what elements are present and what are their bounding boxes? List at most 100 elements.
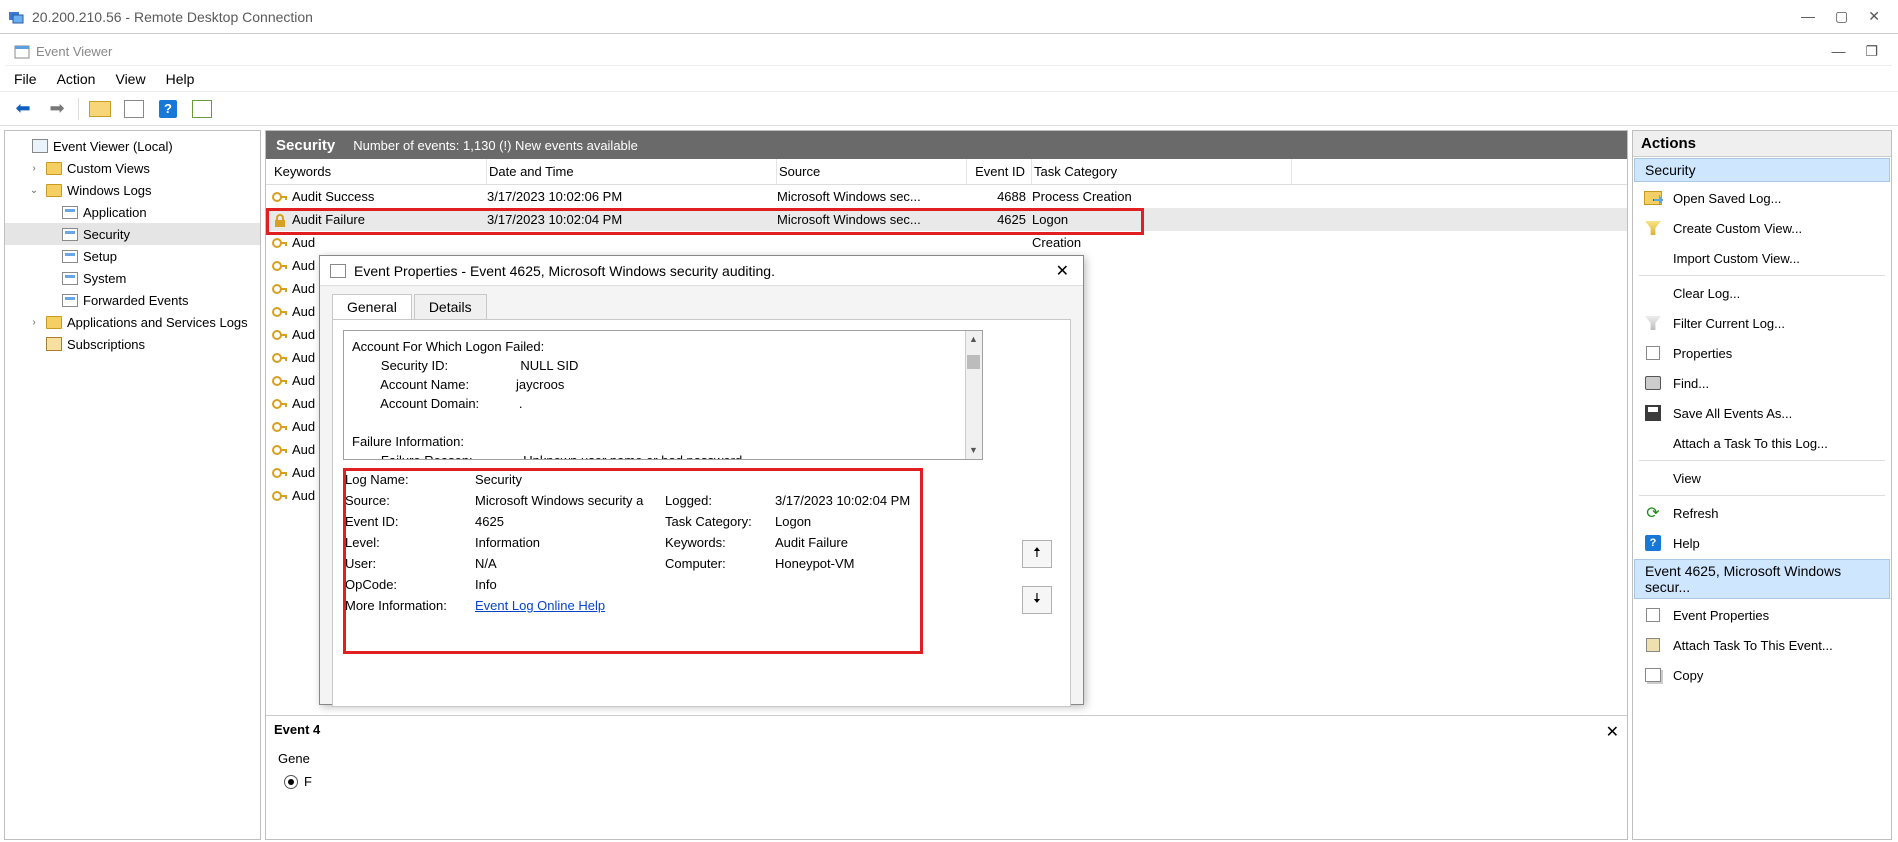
actions-pane: Actions Security Open Saved Log... Creat… xyxy=(1632,130,1892,840)
action-copy[interactable]: Copy xyxy=(1633,660,1891,690)
action-find[interactable]: Find... xyxy=(1633,368,1891,398)
meta-logged-label: Logged: xyxy=(665,493,775,508)
center-count-label: Number of events: 1,130 (!) New events a… xyxy=(353,138,638,153)
action-clear-log[interactable]: Clear Log... xyxy=(1633,278,1891,308)
actions-title: Actions xyxy=(1633,131,1891,157)
col-taskcategory[interactable]: Task Category xyxy=(1032,159,1292,184)
toolbar-view-button[interactable] xyxy=(121,96,147,122)
dialog-tab-general[interactable]: General xyxy=(332,294,412,319)
action-open-saved-log[interactable]: Open Saved Log... xyxy=(1633,183,1891,213)
meta-moreinfo-label: More Information: xyxy=(345,598,475,613)
tree-apps-services[interactable]: › Applications and Services Logs xyxy=(5,311,260,333)
meta-moreinfo-link[interactable]: Event Log Online Help xyxy=(475,598,665,613)
tree-root-label: Event Viewer (Local) xyxy=(53,139,173,154)
rdc-icon xyxy=(8,9,24,25)
col-eventid[interactable]: Event ID xyxy=(967,159,1032,184)
tree-subscriptions[interactable]: Subscriptions xyxy=(5,333,260,355)
nav-back-button[interactable]: ⬅ xyxy=(10,96,36,122)
meta-user-value: N/A xyxy=(475,556,665,571)
action-create-custom-view[interactable]: Create Custom View... xyxy=(1633,213,1891,243)
meta-user-label: User: xyxy=(345,556,475,571)
toolbar-refresh-button[interactable] xyxy=(189,96,215,122)
action-view[interactable]: View xyxy=(1633,463,1891,493)
tree-system[interactable]: System xyxy=(5,267,260,289)
dialog-description-textarea[interactable]: Account For Which Logon Failed: Security… xyxy=(343,330,983,460)
tree-security[interactable]: Security xyxy=(5,223,260,245)
dialog-tabs: General Details xyxy=(320,286,1083,319)
meta-level-label: Level: xyxy=(345,535,475,550)
tree-label: Forwarded Events xyxy=(83,293,189,308)
action-filter-current-log[interactable]: Filter Current Log... xyxy=(1633,308,1891,338)
maximize-button[interactable]: ▢ xyxy=(1835,8,1848,25)
scroll-up-icon[interactable]: ▲ xyxy=(965,331,982,348)
col-datetime[interactable]: Date and Time xyxy=(487,159,777,184)
action-event-properties[interactable]: Event Properties xyxy=(1633,600,1891,630)
event-properties-dialog: Event Properties - Event 4625, Microsoft… xyxy=(319,255,1084,705)
lower-tab-general[interactable]: Gene xyxy=(278,751,310,766)
col-source[interactable]: Source xyxy=(777,159,967,184)
menu-view[interactable]: View xyxy=(115,71,145,87)
action-properties[interactable]: Properties xyxy=(1633,338,1891,368)
tree-application[interactable]: Application xyxy=(5,201,260,223)
menu-file[interactable]: File xyxy=(14,71,37,87)
scrollbar[interactable]: ▲ ▼ xyxy=(965,331,982,459)
tree-custom-views[interactable]: › Custom Views xyxy=(5,157,260,179)
toolbar: ⬅ ➡ ? xyxy=(0,92,1898,126)
action-import-custom-view[interactable]: Import Custom View... xyxy=(1633,243,1891,273)
lower-radio-friendly[interactable] xyxy=(284,775,298,789)
dialog-nav-buttons: 🠅 🠇 xyxy=(1022,540,1052,614)
action-help[interactable]: ?Help xyxy=(1633,528,1891,558)
actions-section-security: Security xyxy=(1634,158,1890,182)
event-viewer-icon xyxy=(14,44,30,60)
rdc-titlebar: 20.200.210.56 - Remote Desktop Connectio… xyxy=(0,0,1898,34)
meta-eventid-label: Event ID: xyxy=(345,514,475,529)
meta-logname-label: Log Name: xyxy=(345,472,475,487)
meta-keywords-label: Keywords: xyxy=(665,535,775,550)
table-row[interactable]: Audit Success3/17/2023 10:02:06 PMMicros… xyxy=(266,185,1627,208)
tree-label: Windows Logs xyxy=(67,183,152,198)
menu-help[interactable]: Help xyxy=(166,71,195,87)
tree-label: Setup xyxy=(83,249,117,264)
dialog-tab-details[interactable]: Details xyxy=(414,294,487,319)
dialog-next-button[interactable]: 🠇 xyxy=(1022,586,1052,614)
action-save-all-events[interactable]: Save All Events As... xyxy=(1633,398,1891,428)
dialog-close-button[interactable]: ✕ xyxy=(1052,261,1073,281)
grid-header: Keywords Date and Time Source Event ID T… xyxy=(266,159,1627,185)
lower-close-button[interactable]: ✕ xyxy=(1606,722,1619,742)
action-refresh[interactable]: ⟳Refresh xyxy=(1633,498,1891,528)
minimize-button[interactable]: — xyxy=(1801,8,1815,25)
scroll-thumb[interactable] xyxy=(967,355,980,369)
tree-setup[interactable]: Setup xyxy=(5,245,260,267)
tree-windows-logs[interactable]: ⌄ Windows Logs xyxy=(5,179,260,201)
tree-forwarded-events[interactable]: Forwarded Events xyxy=(5,289,260,311)
dialog-meta-grid: Log Name: Security Source: Microsoft Win… xyxy=(343,470,1060,615)
tree-pane: Event Viewer (Local) › Custom Views ⌄ Wi… xyxy=(4,130,261,840)
table-row[interactable]: AudCreation xyxy=(266,231,1627,254)
meta-computer-label: Computer: xyxy=(665,556,775,571)
close-button[interactable]: ✕ xyxy=(1868,8,1880,25)
event-viewer-titlebar: Event Viewer — ❐ xyxy=(6,38,1892,66)
meta-logged-value: 3/17/2023 10:02:04 PM xyxy=(775,493,935,508)
meta-taskcat-value: Logon xyxy=(775,514,935,529)
table-row[interactable]: Audit Failure3/17/2023 10:02:04 PMMicros… xyxy=(266,208,1627,231)
lower-title: Event 4 xyxy=(274,722,320,742)
dialog-titlebar: Event Properties - Event 4625, Microsoft… xyxy=(320,256,1083,286)
scroll-down-icon[interactable]: ▼ xyxy=(965,442,982,459)
meta-opcode-value: Info xyxy=(475,577,665,592)
menu-action[interactable]: Action xyxy=(57,71,96,87)
dialog-title-text: Event Properties - Event 4625, Microsoft… xyxy=(354,263,1052,279)
menu-bar: File Action View Help xyxy=(0,66,1898,92)
ev-minimize-button[interactable]: — xyxy=(1831,43,1845,60)
center-log-name: Security xyxy=(276,137,335,154)
toolbar-help-button[interactable]: ? xyxy=(155,96,181,122)
tree-label: Application xyxy=(83,205,147,220)
action-attach-task-log[interactable]: Attach a Task To this Log... xyxy=(1633,428,1891,458)
nav-forward-button[interactable]: ➡ xyxy=(44,96,70,122)
dialog-prev-button[interactable]: 🠅 xyxy=(1022,540,1052,568)
action-attach-task-event[interactable]: Attach Task To This Event... xyxy=(1633,630,1891,660)
toolbar-action-button[interactable] xyxy=(87,96,113,122)
tree-label: Subscriptions xyxy=(67,337,145,352)
ev-restore-button[interactable]: ❐ xyxy=(1865,43,1878,60)
col-keywords[interactable]: Keywords xyxy=(272,159,487,184)
tree-root[interactable]: Event Viewer (Local) xyxy=(5,135,260,157)
